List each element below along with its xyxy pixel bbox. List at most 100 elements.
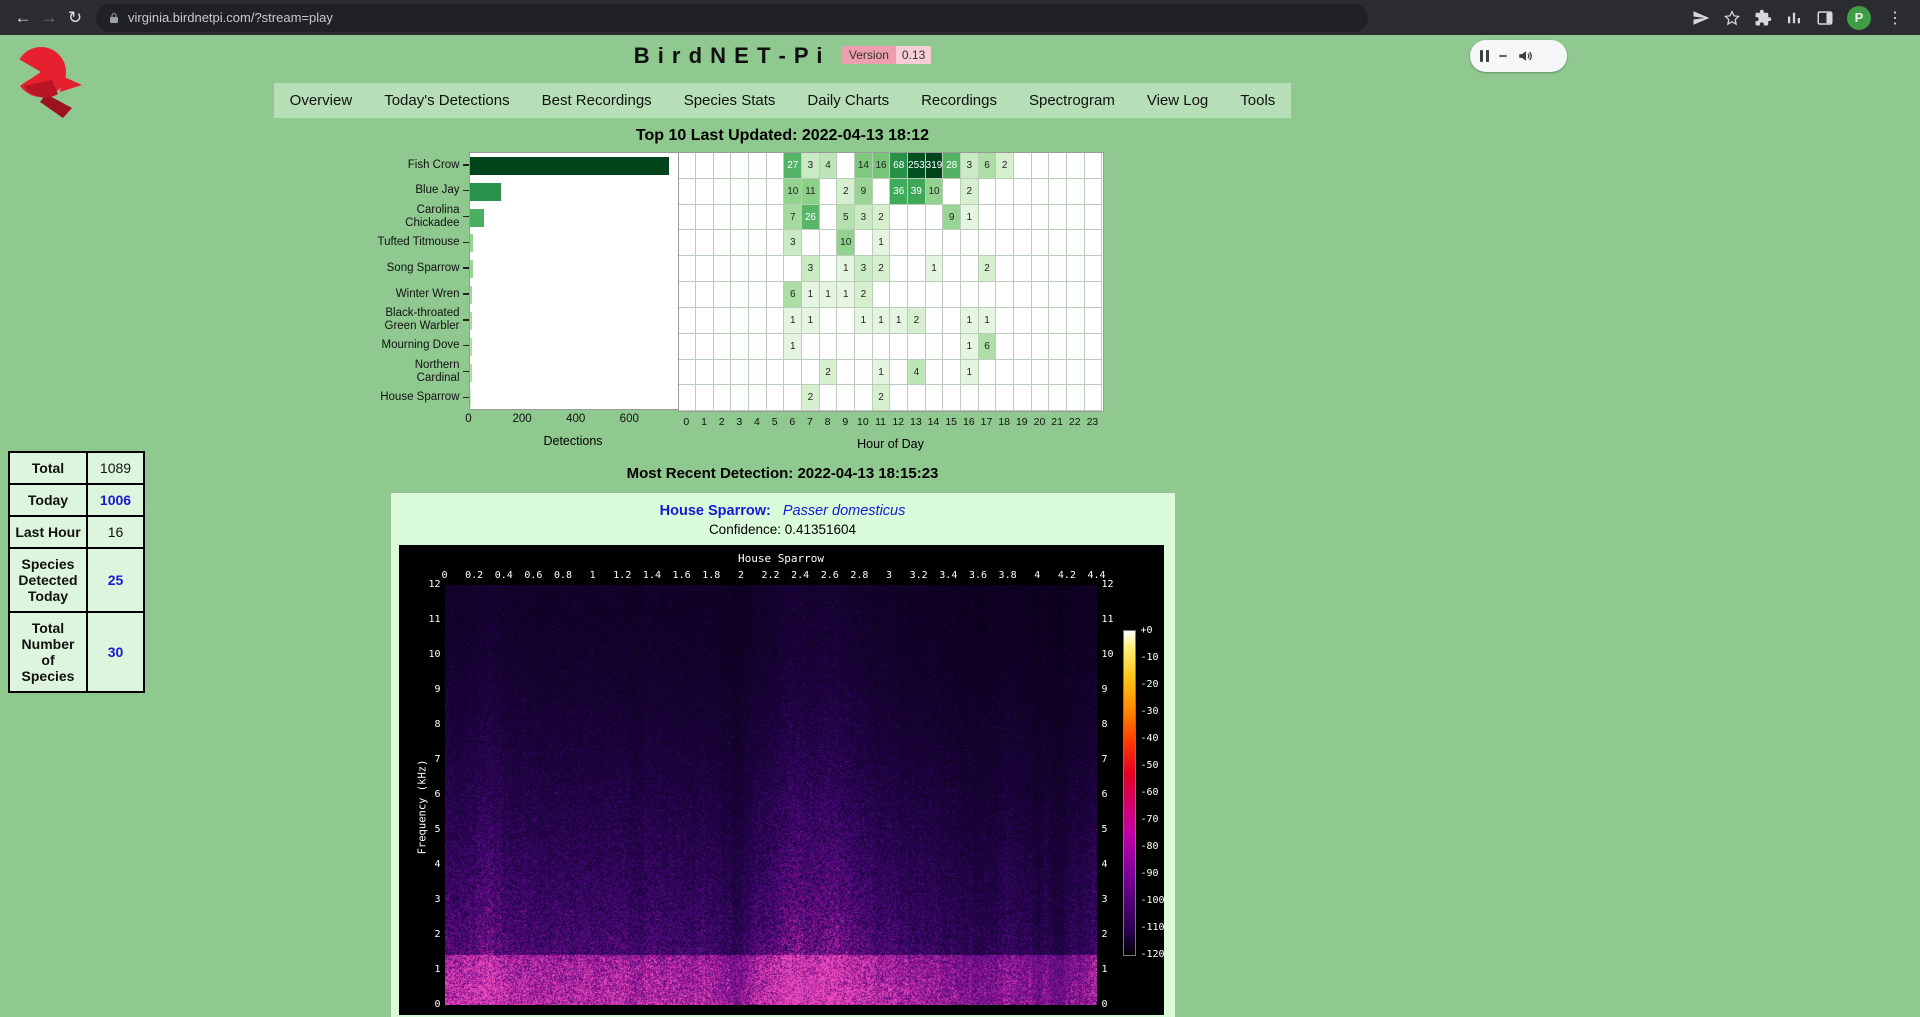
stat-value[interactable]: 1006: [87, 484, 144, 516]
hour-label: 4: [748, 416, 766, 428]
spec-x-tick: 1.4: [643, 570, 661, 581]
heatmap-cell: 1: [802, 308, 820, 334]
url-text[interactable]: virginia.birdnetpi.com/?stream=play: [128, 10, 333, 25]
heatmap-cell: [731, 308, 749, 334]
heatmap-cell: [714, 334, 732, 360]
spec-y-tick: 8: [1102, 719, 1120, 730]
stats-row: Total1089: [9, 452, 144, 484]
side-panel-icon[interactable]: [1816, 9, 1834, 27]
species-label: Winter Wren: [372, 281, 469, 307]
heatmap-cell: [890, 205, 908, 231]
spec-x-tick: 1.8: [702, 570, 720, 581]
spec-y-tick: 3: [423, 894, 441, 905]
spec-y-tick: 9: [1102, 684, 1120, 695]
heatmap-cell: 11: [802, 179, 820, 205]
profile-avatar[interactable]: P: [1847, 6, 1871, 30]
heatmap-cell: [961, 385, 979, 411]
heatmap-cell: [767, 230, 785, 256]
nav-item-view-log[interactable]: View Log: [1131, 83, 1224, 118]
stat-value[interactable]: 25: [87, 548, 144, 612]
birdnetpi-logo: [8, 42, 84, 118]
back-button[interactable]: ←: [10, 0, 36, 35]
pause-icon[interactable]: [1480, 50, 1489, 62]
heatmap-cell: [1032, 256, 1050, 282]
heatmap-cell: 1: [784, 334, 802, 360]
detection-common-name[interactable]: House Sparrow:: [660, 503, 771, 519]
heatmap-cell: [767, 179, 785, 205]
heatmap-cell: [731, 205, 749, 231]
hour-label: 20: [1031, 416, 1049, 428]
nav-item-best-recordings[interactable]: Best Recordings: [526, 83, 668, 118]
detections-bar: [470, 260, 473, 278]
heatmap-cell: 1: [873, 308, 891, 334]
reload-button[interactable]: ↻: [62, 0, 88, 35]
heatmap-cell: 10: [784, 179, 802, 205]
bookmark-star-icon[interactable]: [1723, 9, 1741, 27]
stat-value: 16: [87, 516, 144, 548]
heatmap-cell: [961, 282, 979, 308]
heatmap-cell: [873, 179, 891, 205]
nav-item-recordings[interactable]: Recordings: [905, 83, 1013, 118]
heatmap-cell: [1014, 385, 1032, 411]
volume-icon[interactable]: [1517, 47, 1535, 65]
url-bar[interactable]: virginia.birdnetpi.com/?stream=play: [96, 4, 1368, 32]
spec-x-tick: 2.2: [761, 570, 779, 581]
heatmap-cell: 3: [855, 256, 873, 282]
heatmap-cell: [749, 282, 767, 308]
spectrogram-canvas: [445, 585, 1097, 1005]
media-controls-icon[interactable]: [1785, 9, 1803, 27]
colorbar-tick: -10: [1141, 652, 1159, 663]
heatmap-cell: [943, 360, 961, 386]
nav-item-tools[interactable]: Tools: [1224, 83, 1291, 118]
heatmap-cell: 1: [802, 282, 820, 308]
hour-label: 2: [713, 416, 731, 428]
heatmap-cell: [731, 256, 749, 282]
audio-player[interactable]: [1470, 40, 1567, 72]
nav-item-species-stats[interactable]: Species Stats: [668, 83, 792, 118]
heatmap-cell: [1067, 256, 1085, 282]
heatmap-cell: [1014, 230, 1032, 256]
hour-label: 8: [819, 416, 837, 428]
heatmap-cell: 319: [926, 153, 944, 179]
freq-axis-label: Frequency (kHz): [416, 760, 428, 855]
heatmap-cell: [696, 153, 714, 179]
heatmap-cell: [1085, 153, 1103, 179]
hour-label: 11: [872, 416, 890, 428]
stat-label: Total: [9, 452, 87, 484]
heatmap-cell: [767, 256, 785, 282]
heatmap-cell: [749, 385, 767, 411]
forward-button[interactable]: →: [36, 0, 62, 35]
heatmap-cell: 2: [820, 360, 838, 386]
nav-item-spectrogram[interactable]: Spectrogram: [1013, 83, 1131, 118]
heatmap-cell: [908, 230, 926, 256]
send-icon[interactable]: [1692, 9, 1710, 27]
nav-item-overview[interactable]: Overview: [274, 83, 369, 118]
heatmap-cell: [873, 334, 891, 360]
spec-y-tick: 11: [423, 614, 441, 625]
spec-x-tick: 2.8: [850, 570, 868, 581]
heatmap-cell: [979, 230, 997, 256]
browser-menu-icon[interactable]: ⋮: [1884, 8, 1906, 28]
heatmap-cell: [820, 334, 838, 360]
spec-x-tick: 3.8: [999, 570, 1017, 581]
stat-label: Species Detected Today: [9, 548, 87, 612]
heatmap-cell: [749, 334, 767, 360]
extensions-icon[interactable]: [1754, 9, 1772, 27]
detections-bar: [470, 312, 472, 330]
spec-y-tick: 2: [1102, 929, 1120, 940]
heatmap-cell: [890, 256, 908, 282]
stats-row: Today1006: [9, 484, 144, 516]
stat-value[interactable]: 30: [87, 612, 144, 692]
spec-x-tick: 2: [738, 570, 744, 581]
heatmap-cell: 3: [784, 230, 802, 256]
heatmap-cell: [890, 360, 908, 386]
spec-y-tick: 12: [1102, 579, 1120, 590]
hour-label: 18: [995, 416, 1013, 428]
hour-label: 16: [960, 416, 978, 428]
nav-item-daily-charts[interactable]: Daily Charts: [791, 83, 905, 118]
heatmap-cell: [696, 334, 714, 360]
heatmap-cell: [767, 385, 785, 411]
hour-label: 19: [1013, 416, 1031, 428]
nav-item-today-s-detections[interactable]: Today's Detections: [368, 83, 525, 118]
colorbar-tick: -60: [1141, 787, 1159, 798]
